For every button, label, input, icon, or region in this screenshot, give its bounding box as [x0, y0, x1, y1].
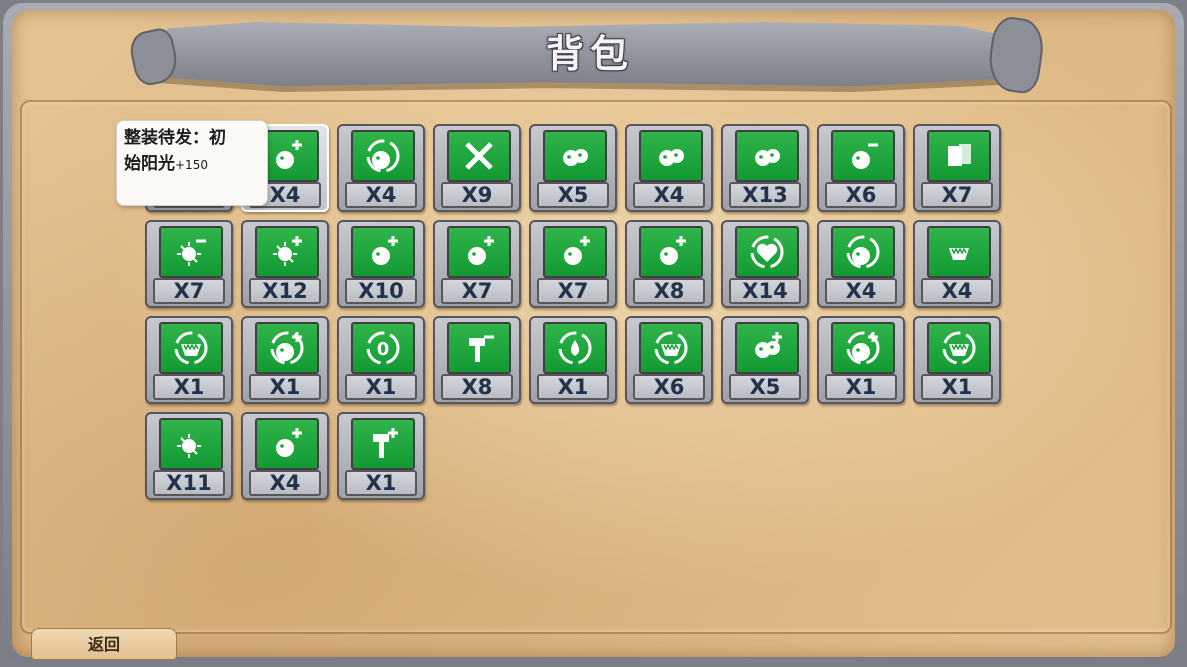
inventory-slot[interactable]: X4 — [337, 124, 425, 212]
item-count: X14 — [729, 278, 801, 304]
item-count: X1 — [249, 374, 321, 400]
item-count: X8 — [633, 278, 705, 304]
fan-icon — [831, 226, 895, 278]
inventory-slot[interactable]: X4 — [625, 124, 713, 212]
inventory-slot[interactable]: X1 — [817, 316, 905, 404]
item-count: X6 — [825, 182, 897, 208]
item-count: X4 — [345, 182, 417, 208]
inventory-slot[interactable]: X14 — [721, 220, 809, 308]
item-count: X10 — [345, 278, 417, 304]
inventory-slot[interactable]: X12 — [241, 220, 329, 308]
seed-plus-icon — [351, 226, 415, 278]
inventory-slot[interactable]: X10 — [337, 220, 425, 308]
heart-ring-icon — [735, 226, 799, 278]
item-count: X5 — [537, 182, 609, 208]
sun-plus-icon — [255, 226, 319, 278]
tooltip-line2: 始阳光 — [124, 154, 175, 174]
item-count: X7 — [441, 278, 513, 304]
inventory-slot[interactable]: X5 — [529, 124, 617, 212]
inventory-slot[interactable]: X1 — [145, 316, 233, 404]
zombie-face-hat-icon — [735, 130, 799, 182]
inventory-slot[interactable]: X6 — [817, 124, 905, 212]
inventory-slot[interactable]: X1 — [913, 316, 1001, 404]
inventory-slot[interactable]: X7 — [529, 220, 617, 308]
inventory-slot[interactable]: X7 — [145, 220, 233, 308]
item-count: X4 — [921, 278, 993, 304]
inventory-slot[interactable]: X7 — [913, 124, 1001, 212]
spiky-plus-icon — [447, 226, 511, 278]
inventory-slot[interactable]: 0 X1 — [337, 316, 425, 404]
hand-minus-icon — [831, 130, 895, 182]
item-count: X5 — [729, 374, 801, 400]
peashooter-pair-icon — [543, 130, 607, 182]
inventory-slot[interactable]: X1 — [529, 316, 617, 404]
item-tooltip: 整装待发：初 始阳光+150 — [116, 120, 268, 206]
hammer-minus-icon — [447, 322, 511, 374]
item-count: X11 — [153, 470, 225, 496]
item-count: X8 — [441, 374, 513, 400]
page-title: 背包 — [545, 32, 634, 76]
crossed-arrows-icon — [447, 130, 511, 182]
bomb-plus-icon — [639, 226, 703, 278]
inventory-slot[interactable]: X9 — [433, 124, 521, 212]
plus-ring-icon — [255, 322, 319, 374]
inventory-slot[interactable]: X6 — [625, 316, 713, 404]
sun-minus-icon — [159, 226, 223, 278]
tooltip-bonus: +150 — [175, 158, 208, 172]
back-button[interactable]: 返回 — [31, 628, 177, 660]
item-count: X7 — [921, 182, 993, 208]
zombie-face-icon — [639, 130, 703, 182]
item-count: X7 — [537, 278, 609, 304]
chomper-ring-icon — [159, 322, 223, 374]
plus-plus-ring-icon — [831, 322, 895, 374]
gear-sun-icon — [159, 418, 223, 470]
inventory-slot[interactable]: X4 — [241, 412, 329, 500]
inventory-slot[interactable]: X11 — [145, 412, 233, 500]
inventory-slot[interactable]: X8 — [433, 316, 521, 404]
item-count: X1 — [345, 470, 417, 496]
item-count: X12 — [249, 278, 321, 304]
crosshair-icon — [351, 130, 415, 182]
cactus-plus-icon — [543, 226, 607, 278]
item-count: X1 — [537, 374, 609, 400]
apple-plus-icon — [255, 418, 319, 470]
item-count: X4 — [825, 278, 897, 304]
inventory-slot[interactable]: X4 — [817, 220, 905, 308]
item-count: X1 — [825, 374, 897, 400]
inventory-slot[interactable]: X7 — [433, 220, 521, 308]
tooltip-line1: 整装待发：初 — [124, 128, 226, 148]
svg-text:0: 0 — [377, 339, 390, 360]
item-count: X4 — [249, 470, 321, 496]
drop-ring-icon — [543, 322, 607, 374]
item-count: X6 — [633, 374, 705, 400]
item-count: X1 — [921, 374, 993, 400]
inventory-slot[interactable]: X5 — [721, 316, 809, 404]
inventory-slot[interactable]: X1 — [241, 316, 329, 404]
fanged-mouth-icon — [639, 322, 703, 374]
tools-plus-icon — [351, 418, 415, 470]
item-count: X4 — [633, 182, 705, 208]
fire-ring-icon — [927, 322, 991, 374]
inventory-slot[interactable]: X8 — [625, 220, 713, 308]
inventory-slot[interactable]: X1 — [337, 412, 425, 500]
item-count: X1 — [153, 374, 225, 400]
item-count: X1 — [345, 374, 417, 400]
inventory-slot[interactable]: X13 — [721, 124, 809, 212]
item-count: X9 — [441, 182, 513, 208]
item-count: X7 — [153, 278, 225, 304]
peas-plus-icon — [735, 322, 799, 374]
zero-ring-icon: 0 — [351, 322, 415, 374]
chomper-icon — [927, 226, 991, 278]
inventory-slot[interactable]: X4 — [913, 220, 1001, 308]
cards-icon — [927, 130, 991, 182]
item-count: X13 — [729, 182, 801, 208]
